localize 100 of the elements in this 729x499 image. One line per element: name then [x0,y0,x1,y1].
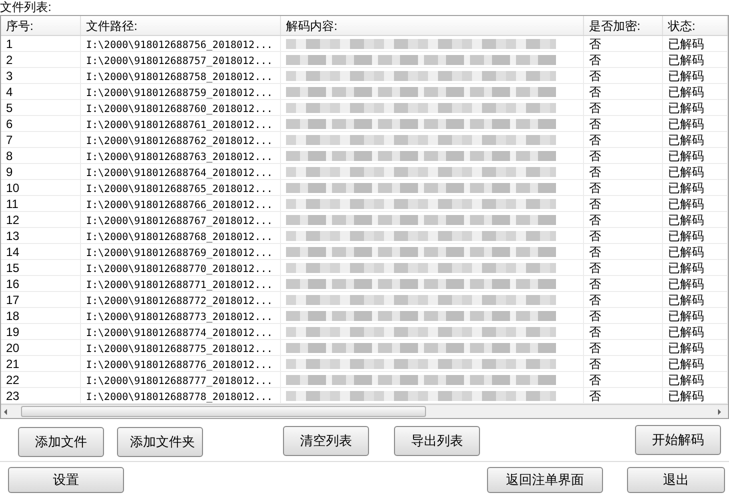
table-cell: 5 [6,101,13,115]
table-cell: 已解码 [668,325,704,339]
table-cell: 1 [6,37,13,51]
table-cell: I:\2000\918012688764_2018012... [86,168,273,179]
table-cell: I:\2000\918012688774_2018012... [86,328,273,339]
table-cell: 已解码 [668,245,704,259]
footer-button[interactable]: 设置 [8,467,124,493]
table-cell: 6 [6,117,13,131]
table-cell: 7 [6,133,13,147]
table-cell: I:\2000\918012688763_2018012... [86,152,273,163]
action-button[interactable]: 添加文件 [18,427,104,457]
table-cell: 否 [589,117,601,131]
table-cell: 已解码 [668,197,704,211]
table-cell: 已解码 [668,357,704,371]
table-cell: 16 [6,277,20,291]
table-cell: 否 [589,229,601,243]
table-cell: I:\2000\918012688773_2018012... [86,312,273,323]
column-header[interactable]: 状态: [663,16,728,35]
table-cell: 2 [6,53,13,67]
table-cell: 否 [589,181,601,195]
table-cell: 否 [589,197,601,211]
table-cell: 已解码 [668,373,704,387]
table-cell: 4 [6,85,13,99]
table-cell: 否 [589,325,601,339]
table-cell: 23 [6,389,20,403]
table-cell: I:\2000\918012688766_2018012... [86,200,273,211]
table-cell: 否 [589,293,601,307]
column-header[interactable]: 解码内容: [281,16,584,35]
list-label: 文件列表: [0,0,52,15]
table-cell: I:\2000\918012688757_2018012... [86,56,273,67]
table-cell: 已解码 [668,309,704,323]
table-cell: 已解码 [668,261,704,275]
table-cell: I:\2000\918012688769_2018012... [86,248,273,259]
table-cell: 3 [6,69,13,83]
action-button[interactable]: 添加文件夹 [117,427,203,457]
table-cell: 否 [589,309,601,323]
footer-button[interactable]: 返回注单界面 [487,467,603,493]
action-button[interactable]: 导出列表 [394,426,480,456]
table-cell: I:\2000\918012688770_2018012... [86,264,273,275]
table-cell: 已解码 [668,133,704,147]
table-cell: 已解码 [668,181,704,195]
table-cell: I:\2000\918012688765_2018012... [86,184,273,195]
table-cell: 已解码 [668,149,704,163]
action-button[interactable]: 清空列表 [283,426,369,456]
table-cell: I:\2000\918012688768_2018012... [86,232,273,243]
table-cell: 已解码 [668,53,704,67]
table-cell: 已解码 [668,389,704,403]
table-cell: I:\2000\918012688767_2018012... [86,216,273,227]
table-cell: I:\2000\918012688758_2018012... [86,72,273,83]
table-cell: I:\2000\918012688778_2018012... [86,392,273,403]
table-cell: 否 [589,69,601,83]
table-cell: 已解码 [668,293,704,307]
column-header[interactable]: 文件路径: [81,16,281,35]
table-cell: 否 [589,261,601,275]
table-cell: 15 [6,261,20,275]
table-cell: 否 [589,213,601,227]
table-cell: 13 [6,229,20,243]
scrollbar-thumb[interactable] [21,406,426,417]
table-cell: 否 [589,389,601,403]
table-cell: 已解码 [668,101,704,115]
table-cell: I:\2000\918012688759_2018012... [86,88,273,99]
table-cell: 20 [6,341,20,355]
table-cell: I:\2000\918012688761_2018012... [86,120,273,131]
horizontal-scrollbar[interactable] [1,404,728,418]
table-cell: 已解码 [668,117,704,131]
table-cell: 已解码 [668,69,704,83]
table-cell: I:\2000\918012688760_2018012... [86,104,273,115]
table-cell: I:\2000\918012688756_2018012... [86,40,273,51]
table-cell: 8 [6,149,13,163]
table-cell: 否 [589,357,601,371]
table-cell: 否 [589,133,601,147]
table-cell: 14 [6,245,20,259]
table-cell: 否 [589,101,601,115]
table-cell: 否 [589,277,601,291]
table-cell: 9 [6,165,13,179]
table-cell: 否 [589,165,601,179]
table-cell: 已解码 [668,37,704,51]
table-cell: I:\2000\918012688772_2018012... [86,296,273,307]
table-cell: I:\2000\918012688777_2018012... [86,376,273,387]
table-cell: 19 [6,325,20,339]
action-button[interactable]: 开始解码 [635,425,721,455]
table-cell: I:\2000\918012688776_2018012... [86,360,273,371]
column-header[interactable]: 序号: [1,16,81,35]
table-cell: 否 [589,37,601,51]
table-cell: 10 [6,181,20,195]
table-cell: 已解码 [668,213,704,227]
table-cell: I:\2000\918012688771_2018012... [86,280,273,291]
table-cell: 否 [589,245,601,259]
column-header[interactable]: 是否加密: [584,16,663,35]
table-cell: 否 [589,149,601,163]
table-cell: 17 [6,293,20,307]
footer-button[interactable]: 退出 [627,467,725,493]
table-cell: 已解码 [668,229,704,243]
table-cell: 12 [6,213,20,227]
table-cell: 21 [6,357,20,371]
table-cell: 否 [589,85,601,99]
table-cell: 已解码 [668,85,704,99]
table-cell: 11 [6,197,18,211]
table-cell: 18 [6,309,20,323]
table-cell: I:\2000\918012688762_2018012... [86,136,273,147]
